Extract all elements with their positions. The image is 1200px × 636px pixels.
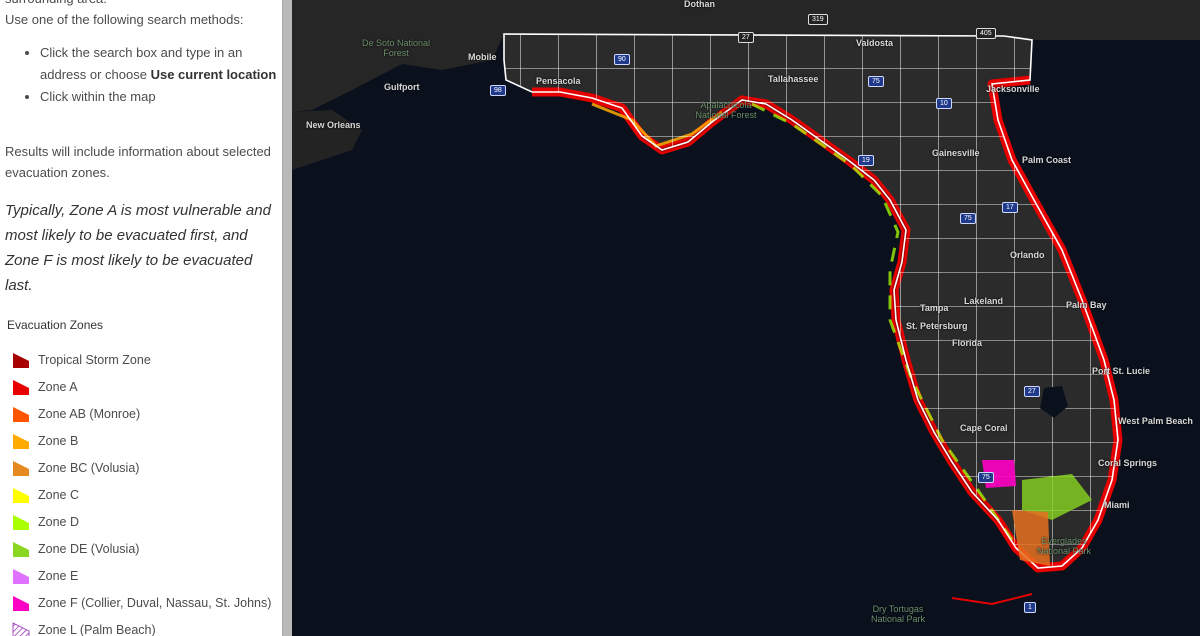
highway-shield-icon: 19 — [858, 155, 874, 166]
place-label: Palm Coast — [1022, 155, 1072, 165]
land-louisiana — [292, 110, 362, 170]
legend-title: Evacuation Zones — [7, 318, 104, 332]
legend-label: Zone C — [38, 487, 79, 502]
search-methods-list: Click the search box and type in an addr… — [0, 42, 280, 108]
highway-shield-icon: 90 — [614, 54, 630, 65]
place-label: New Orleans — [306, 120, 361, 130]
place-label: Palm Bay — [1066, 300, 1107, 310]
place-label: Tampa — [920, 303, 949, 313]
method-item: Click within the map — [40, 86, 280, 108]
place-label: Cape Coral — [960, 423, 1008, 433]
legend-label: Zone A — [38, 379, 78, 394]
legend-label: Zone E — [38, 568, 79, 583]
legend-item: Zone AB (Monroe) — [12, 400, 271, 427]
place-label: Tallahassee — [768, 74, 819, 84]
place-label: Apalachicola National Forest — [695, 100, 757, 120]
search-methods-intro: Use one of the following search methods: — [5, 12, 244, 27]
zone-swatch-icon — [13, 595, 29, 611]
zone-swatch-icon — [13, 460, 29, 476]
method-item: Click the search box and type in an addr… — [40, 42, 280, 86]
place-label: Valdosta — [856, 38, 894, 48]
legend-label: Zone B — [38, 433, 79, 448]
place-label: Gulfport — [384, 82, 420, 92]
place-label: Gainesville — [932, 148, 980, 158]
place-label: Coral Springs — [1098, 458, 1158, 468]
place-label: De Soto National Forest — [361, 38, 431, 58]
legend-item: Zone E — [12, 562, 271, 589]
highway-shield-icon: 75 — [978, 472, 994, 483]
place-label: Everglades National Park — [1036, 536, 1092, 556]
legend-item: Zone BC (Volusia) — [12, 454, 271, 481]
place-label: St. Petersburg — [906, 321, 968, 331]
evacuation-zone-legend: Tropical Storm Zone Zone A Zone AB (Monroe… — [12, 346, 271, 636]
zone-swatch-icon — [13, 433, 29, 449]
place-label: Miami — [1104, 500, 1130, 510]
highway-shield-icon: 1 — [1024, 602, 1036, 613]
legend-label: Zone L (Palm Beach) — [38, 622, 156, 636]
highway-shield-icon: 319 — [808, 14, 828, 25]
florida-keys — [951, 593, 1033, 606]
legend-label: Zone F (Collier, Duval, Nassau, St. John… — [38, 595, 272, 610]
highway-shield-icon: 75 — [868, 76, 884, 87]
legend-label: Tropical Storm Zone — [38, 352, 151, 367]
highway-shield-icon: 10 — [936, 98, 952, 109]
panel-splitter[interactable] — [282, 0, 292, 636]
place-label: Pensacola — [536, 76, 581, 86]
highway-shield-icon: 75 — [960, 213, 976, 224]
intro-text: surrounding area. — [5, 0, 107, 9]
results-text: Results will include information about s… — [5, 144, 271, 180]
highway-shield-icon: 27 — [1024, 386, 1040, 397]
legend-item: Zone F (Collier, Duval, Nassau, St. John… — [12, 589, 271, 616]
zone-swatch-icon — [13, 406, 29, 422]
legend-item: Zone C — [12, 481, 271, 508]
typical-note: Typically, Zone A is most vulnerable and… — [5, 202, 271, 294]
place-label: Dothan — [684, 0, 715, 9]
highway-shield-icon: 17 — [1002, 202, 1018, 213]
zone-swatch-icon — [13, 487, 29, 503]
zone-swatch-icon — [13, 514, 29, 530]
highway-shield-icon: 27 — [738, 32, 754, 43]
place-label: Port St. Lucie — [1092, 366, 1151, 376]
place-label: Mobile — [468, 52, 497, 62]
legend-item: Zone D — [12, 508, 271, 535]
place-label: Orlando — [1010, 250, 1045, 260]
legend-label: Zone AB (Monroe) — [38, 406, 141, 421]
zone-swatch-icon — [13, 352, 29, 368]
zone-swatch-icon — [13, 541, 29, 557]
zone-swatch-icon — [13, 379, 29, 395]
place-label: Florida — [952, 338, 983, 348]
legend-item: Zone A — [12, 373, 271, 400]
place-label: Jacksonville — [986, 84, 1040, 94]
legend-label: Zone D — [38, 514, 79, 529]
map-view[interactable]: Dothan Valdosta Mobile Pensacola Tallahassee… — [292, 0, 1200, 636]
highway-shield-icon: 405 — [976, 28, 996, 39]
highway-shield-icon: 98 — [490, 85, 506, 96]
sidebar-panel: surrounding area. Use one of the followi… — [0, 0, 282, 636]
zone-swatch-icon — [13, 568, 29, 584]
place-label: Dry Tortugas National Park — [870, 604, 926, 624]
legend-item: Zone B — [12, 427, 271, 454]
legend-label: Zone DE (Volusia) — [38, 541, 140, 556]
legend-item: Zone DE (Volusia) — [12, 535, 271, 562]
place-label: West Palm Beach — [1118, 416, 1193, 426]
legend-item: Tropical Storm Zone — [12, 346, 271, 373]
legend-item: Zone L (Palm Beach) — [12, 616, 271, 636]
legend-label: Zone BC (Volusia) — [38, 460, 140, 475]
place-label: Lakeland — [964, 296, 1004, 306]
zone-swatch-icon — [12, 621, 30, 636]
